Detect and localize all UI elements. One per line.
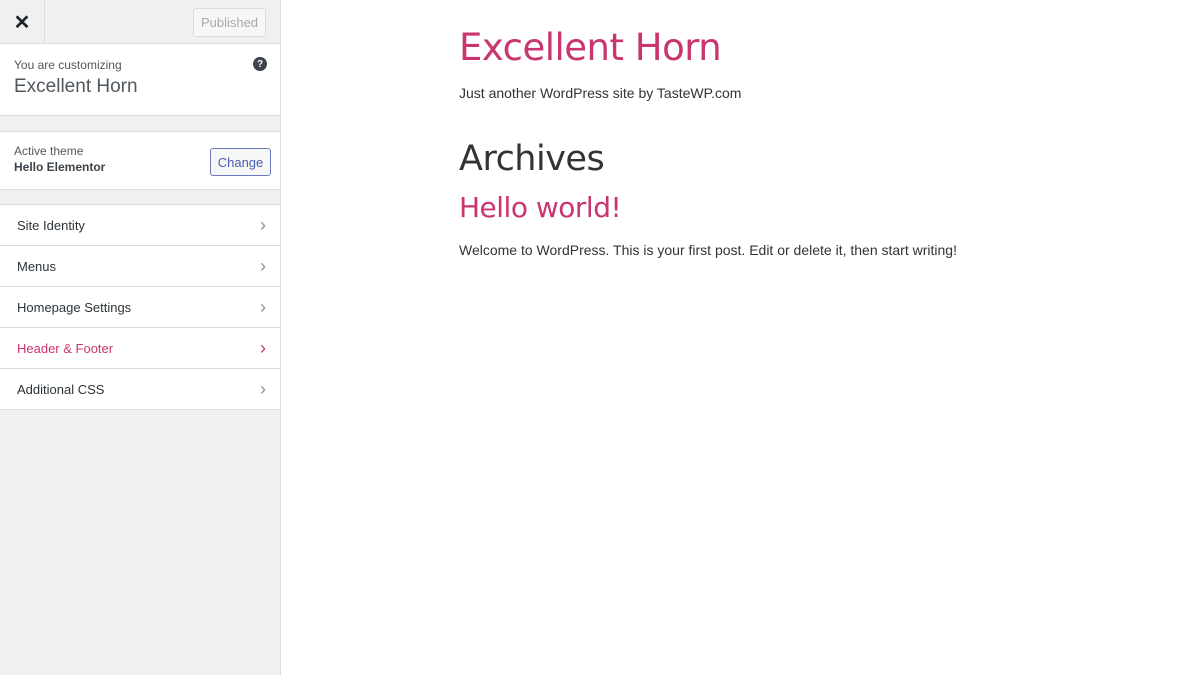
menu-item-additional-css[interactable]: Additional CSS › [0, 369, 280, 410]
menu-item-site-identity[interactable]: Site Identity › [0, 205, 280, 246]
chevron-right-icon: › [260, 255, 266, 276]
menu-item-label: Site Identity [17, 217, 85, 233]
page-heading: Archives [459, 139, 605, 179]
chevron-right-icon: › [260, 337, 266, 358]
site-title-link[interactable]: Excellent Horn [459, 26, 957, 69]
help-icon[interactable]: ? [253, 57, 267, 71]
published-button[interactable]: Published [193, 8, 266, 37]
menu-item-label: Additional CSS [17, 381, 105, 397]
site-preview: Excellent Horn Just another WordPress si… [459, 0, 957, 258]
menu-item-label: Header & Footer [17, 340, 114, 356]
menu-item-label: Menus [17, 258, 57, 274]
customizer-menu: Site Identity › Menus › Homepage Settings ›… [0, 204, 280, 410]
close-icon[interactable]: ✕ [0, 0, 45, 44]
chevron-right-icon: › [260, 296, 266, 317]
menu-item-menus[interactable]: Menus › [0, 246, 280, 287]
menu-item-homepage-settings[interactable]: Homepage Settings › [0, 287, 280, 328]
menu-item-label: Homepage Settings [17, 299, 132, 315]
customizing-info: You are customizing Excellent Horn [0, 44, 280, 116]
chevron-right-icon: › [260, 214, 266, 235]
active-theme-section: Active theme Hello Elementor Change [0, 131, 280, 190]
site-tagline: Just another WordPress site by TasteWP.c… [459, 85, 742, 101]
post-excerpt: Welcome to WordPress. This is your first… [459, 242, 957, 258]
customizer-sidebar: ✕ Published You are customizing Excellen… [0, 0, 281, 675]
menu-item-header-footer[interactable]: Header & Footer › [0, 328, 280, 369]
change-theme-button[interactable]: Change [210, 148, 271, 176]
site-name: Excellent Horn [14, 76, 138, 97]
customizing-label: You are customizing [14, 58, 122, 72]
chevron-right-icon: › [260, 378, 266, 399]
customizer-header: ✕ Published [0, 0, 280, 44]
post-title-link[interactable]: Hello world! [459, 191, 957, 224]
